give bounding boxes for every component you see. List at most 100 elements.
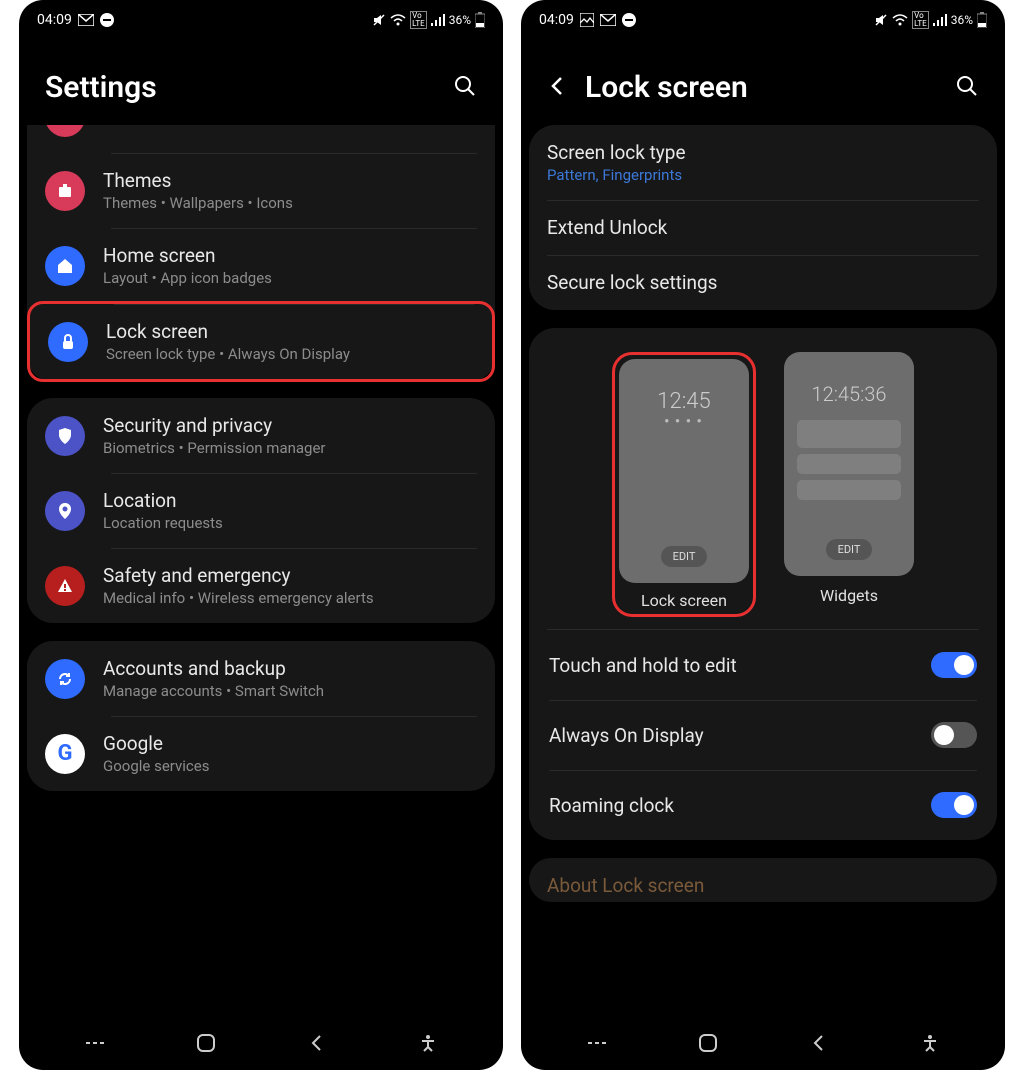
item-about-lock-screen[interactable]: About Lock screen bbox=[529, 858, 997, 902]
preview-label: Widgets bbox=[820, 586, 878, 605]
page-title: Lock screen bbox=[585, 70, 748, 105]
toggle-roaming-clock[interactable]: Roaming clock bbox=[529, 770, 997, 840]
settings-item-location[interactable]: Location Location requests bbox=[27, 473, 495, 548]
settings-item-subtitle: Layout • App icon badges bbox=[103, 269, 272, 287]
item-title: Screen lock type bbox=[547, 141, 686, 164]
item-secure-lock[interactable]: Secure lock settings bbox=[529, 255, 997, 310]
status-bar: 04:09 VoLTE 36% bbox=[19, 0, 503, 40]
nav-recents[interactable] bbox=[577, 1034, 617, 1052]
image-icon bbox=[580, 13, 594, 27]
search-icon bbox=[453, 74, 477, 98]
settings-item-subtitle: Screen lock type • Always On Display bbox=[106, 345, 350, 363]
toggle-always-on-display[interactable]: Always On Display bbox=[529, 700, 997, 770]
nav-back[interactable] bbox=[799, 1034, 839, 1052]
toggle-label: Roaming clock bbox=[549, 794, 674, 817]
settings-item-title: Home screen bbox=[103, 244, 272, 267]
nav-home[interactable] bbox=[688, 1033, 728, 1053]
nav-accessibility[interactable] bbox=[408, 1034, 448, 1052]
themes-icon bbox=[45, 171, 85, 211]
dnd-icon bbox=[100, 13, 114, 27]
settings-item-subtitle: Location requests bbox=[103, 514, 223, 532]
volte-badge: VoLTE bbox=[410, 11, 427, 29]
nav-recents[interactable] bbox=[75, 1034, 115, 1052]
item-title: About Lock screen bbox=[547, 874, 704, 897]
nav-accessibility[interactable] bbox=[910, 1034, 950, 1052]
phone-settings: 04:09 VoLTE 36% Settings Wallpapers • Co… bbox=[19, 0, 503, 1070]
signal-icon bbox=[933, 14, 947, 26]
status-bar: 04:09 VoLTE 36% bbox=[521, 0, 1005, 40]
item-title: Extend Unlock bbox=[547, 216, 667, 239]
settings-item-home-screen[interactable]: Home screen Layout • App icon badges bbox=[27, 228, 495, 303]
preview-widgets[interactable]: 12:45:36 EDIT Widgets bbox=[784, 352, 914, 617]
settings-item-title: Security and privacy bbox=[103, 414, 326, 437]
status-time: 04:09 bbox=[539, 12, 574, 28]
lock-icon bbox=[48, 322, 88, 362]
phone-lockscreen-settings: 04:09 VoLTE 36% Lock screen bbox=[521, 0, 1005, 1070]
settings-item-title: Accounts and backup bbox=[103, 657, 324, 680]
back-button[interactable] bbox=[547, 74, 567, 102]
settings-item-wallpaper[interactable]: Wallpapers • Color palette bbox=[27, 125, 495, 153]
edit-button[interactable]: EDIT bbox=[826, 539, 873, 560]
toggle-switch[interactable] bbox=[931, 652, 977, 678]
edit-button[interactable]: EDIT bbox=[661, 546, 708, 567]
wallpaper-icon bbox=[45, 125, 85, 137]
item-subtitle: Pattern, Fingerprints bbox=[547, 166, 686, 184]
settings-item-lock-screen[interactable]: Lock screen Screen lock type • Always On… bbox=[27, 301, 495, 382]
google-icon: G bbox=[45, 734, 85, 774]
search-icon bbox=[955, 74, 979, 98]
item-screen-lock-type[interactable]: Screen lock type Pattern, Fingerprints bbox=[529, 125, 997, 200]
nav-bar bbox=[19, 1016, 503, 1070]
settings-item-subtitle: Medical info • Wireless emergency alerts bbox=[103, 589, 374, 607]
header: Settings bbox=[19, 40, 503, 125]
item-title: Secure lock settings bbox=[547, 271, 717, 294]
preview-label: Lock screen bbox=[619, 591, 749, 610]
settings-list: Wallpapers • Color palette Themes Themes… bbox=[19, 125, 503, 1016]
toggle-switch[interactable] bbox=[931, 792, 977, 818]
settings-item-subtitle: Biometrics • Permission manager bbox=[103, 439, 326, 457]
lockscreen-settings-content: Screen lock type Pattern, Fingerprints E… bbox=[521, 125, 1005, 1016]
widget-placeholder-icon bbox=[797, 454, 901, 474]
mute-icon bbox=[372, 13, 386, 27]
search-button[interactable] bbox=[453, 74, 477, 102]
dnd-icon bbox=[622, 13, 636, 27]
item-extend-unlock[interactable]: Extend Unlock bbox=[529, 200, 997, 255]
home-icon bbox=[45, 246, 85, 286]
settings-item-accounts[interactable]: Accounts and backup Manage accounts • Sm… bbox=[27, 641, 495, 716]
settings-item-subtitle: Google services bbox=[103, 757, 209, 775]
settings-item-themes[interactable]: Themes Themes • Wallpapers • Icons bbox=[27, 153, 495, 228]
nav-back[interactable] bbox=[297, 1034, 337, 1052]
gmail-icon bbox=[78, 14, 94, 26]
preview-time: 12:45 bbox=[657, 389, 710, 414]
preview-dots-icon: ● ● ● ● bbox=[664, 416, 703, 425]
shield-icon bbox=[45, 416, 85, 456]
volte-badge: VoLTE bbox=[912, 11, 929, 29]
settings-item-title: Themes bbox=[103, 169, 293, 192]
settings-item-title: Location bbox=[103, 489, 223, 512]
settings-item-subtitle: Manage accounts • Smart Switch bbox=[103, 682, 324, 700]
preview-lock-screen[interactable]: 12:45 ● ● ● ● EDIT Lock screen bbox=[612, 352, 756, 617]
pin-icon bbox=[45, 491, 85, 531]
mute-icon bbox=[874, 13, 888, 27]
battery-icon bbox=[977, 12, 987, 28]
sync-icon bbox=[45, 659, 85, 699]
battery-pct: 36% bbox=[951, 13, 973, 27]
toggle-switch[interactable] bbox=[931, 722, 977, 748]
page-title: Settings bbox=[45, 70, 157, 105]
battery-pct: 36% bbox=[449, 13, 471, 27]
search-button[interactable] bbox=[955, 74, 979, 102]
gmail-icon bbox=[600, 14, 616, 26]
settings-item-security[interactable]: Security and privacy Biometrics • Permis… bbox=[27, 398, 495, 473]
settings-item-google[interactable]: G Google Google services bbox=[27, 716, 495, 791]
settings-item-subtitle: Themes • Wallpapers • Icons bbox=[103, 194, 293, 212]
battery-icon bbox=[475, 12, 485, 28]
status-time: 04:09 bbox=[37, 12, 72, 28]
settings-item-title: Google bbox=[103, 732, 209, 755]
settings-item-title: Safety and emergency bbox=[103, 564, 374, 587]
widget-placeholder-icon bbox=[797, 480, 901, 500]
widget-placeholder-icon bbox=[797, 420, 901, 448]
toggle-label: Always On Display bbox=[549, 724, 704, 747]
settings-item-safety[interactable]: Safety and emergency Medical info • Wire… bbox=[27, 548, 495, 623]
preview-area: 12:45 ● ● ● ● EDIT Lock screen 12:45:36 … bbox=[529, 328, 997, 629]
nav-home[interactable] bbox=[186, 1033, 226, 1053]
toggle-touch-hold-edit[interactable]: Touch and hold to edit bbox=[529, 630, 997, 700]
